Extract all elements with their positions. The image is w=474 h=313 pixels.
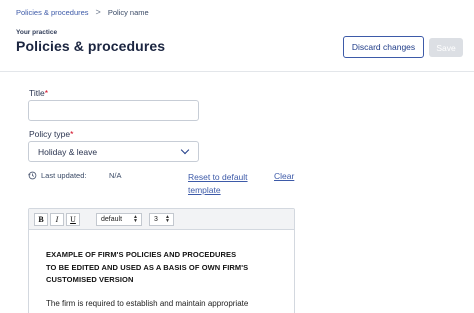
editor-content[interactable]: EXAMPLE OF FIRM'S POLICIES AND PROCEDURE… (29, 230, 294, 310)
policy-type-field-label: Policy type* (29, 129, 74, 139)
breadcrumb-current: Policy name (107, 8, 149, 17)
editor-toolbar: B I U default ▲ ▼ 3 ▲ ▼ (29, 209, 294, 230)
page-title: Policies & procedures (16, 38, 166, 54)
font-family-select[interactable]: default ▲ ▼ (96, 212, 142, 226)
rich-text-editor: B I U default ▲ ▼ 3 ▲ ▼ EXAMPLE OF FIRM'S … (28, 208, 295, 313)
title-input[interactable] (28, 100, 199, 121)
discard-changes-button[interactable]: Discard changes (343, 36, 424, 58)
title-field-label: Title* (29, 88, 49, 98)
page-eyebrow: Your practice (16, 29, 58, 36)
required-marker: * (70, 129, 74, 139)
updown-arrows-icon: ▲ ▼ (165, 214, 170, 224)
policy-type-selected-value: Holiday & leave (38, 146, 98, 157)
content-heading-line: CUSTOMISED VERSION (46, 275, 134, 284)
chevron-right-icon: > (95, 7, 101, 17)
bold-button[interactable]: B (34, 212, 48, 226)
header-divider (0, 71, 474, 72)
chevron-down-icon (180, 145, 190, 155)
reset-to-default-link[interactable]: Reset to default template (188, 171, 260, 196)
history-icon (28, 171, 37, 180)
last-updated-label: Last updated: (41, 171, 87, 180)
required-marker: * (44, 88, 49, 98)
breadcrumb: Policies & procedures > Policy name (16, 7, 149, 18)
font-size-select[interactable]: 3 ▲ ▼ (149, 212, 174, 226)
font-size-value: 3 (154, 215, 158, 223)
font-family-value: default (101, 215, 123, 223)
italic-button[interactable]: I (50, 212, 64, 226)
save-button[interactable]: Save (429, 38, 463, 57)
content-paragraph: The firm is required to establish and ma… (46, 298, 249, 308)
underline-button[interactable]: U (66, 212, 80, 226)
policy-type-select[interactable]: Holiday & leave (28, 141, 199, 162)
last-updated-value: N/A (109, 171, 122, 180)
clear-link[interactable]: Clear (274, 171, 294, 181)
content-heading-line: EXAMPLE OF FIRM'S POLICIES AND PROCEDURE… (46, 250, 237, 259)
breadcrumb-link-policies[interactable]: Policies & procedures (16, 8, 89, 17)
updown-arrows-icon: ▲ ▼ (133, 214, 138, 224)
content-heading-line: TO BE EDITED AND USED AS A BASIS OF OWN … (46, 262, 249, 272)
